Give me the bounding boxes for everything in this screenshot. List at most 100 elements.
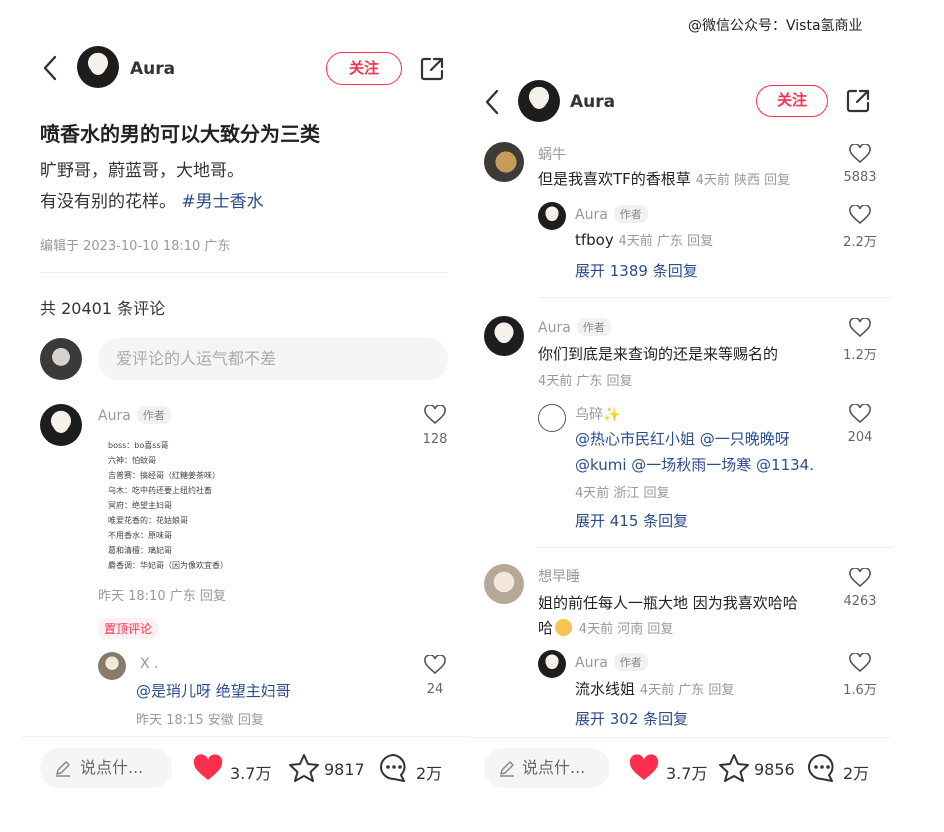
like-count: 1.2万 bbox=[843, 348, 877, 363]
left-post-screen: Aura 关注 喷香水的男的可以大致分为三类 旷野哥，蔚蓝哥，大地哥。 有没有别… bbox=[22, 28, 470, 828]
like-count: 1.6万 bbox=[843, 683, 877, 698]
commenter-name[interactable]: Aura 作者 bbox=[98, 406, 171, 424]
reply-text[interactable]: tfboy 4天前 广东 回复 bbox=[575, 230, 713, 249]
comment-text-line2[interactable]: 哈 4天前 河南 回复 bbox=[538, 617, 673, 638]
post-body-line1: 旷野哥，蔚蓝哥，大地哥。 bbox=[40, 161, 244, 181]
image-text: boss：bo喜ss哥 bbox=[108, 441, 169, 450]
reply-text-line1[interactable]: @热心市民红小姐 @一只晚晚呀 bbox=[575, 428, 790, 449]
expand-replies-link[interactable]: 展开 415 条回复 bbox=[575, 510, 688, 531]
hashtag-link[interactable]: #男士香水 bbox=[181, 192, 263, 212]
comment-meta[interactable]: 4天前 广东 回复 bbox=[538, 370, 633, 389]
reply-text[interactable]: 流水线姐 4天前 广东 回复 bbox=[575, 678, 734, 699]
star-icon[interactable] bbox=[718, 753, 750, 783]
reply-name[interactable]: X . bbox=[140, 656, 159, 672]
heart-icon[interactable] bbox=[424, 405, 446, 425]
star-icon[interactable] bbox=[288, 753, 320, 783]
post-star-count: 9817 bbox=[324, 760, 365, 779]
like-count: 204 bbox=[847, 430, 873, 445]
divider bbox=[538, 297, 892, 298]
comment-input[interactable]: 爱评论的人运气都不差 bbox=[98, 338, 448, 380]
comment-meta[interactable]: 昨天 18:10 广东 回复 bbox=[98, 585, 226, 604]
reply-name[interactable]: Aura 作者 bbox=[575, 653, 648, 671]
share-icon[interactable] bbox=[844, 87, 872, 115]
comment-meta[interactable]: 4天前 河南 回复 bbox=[579, 622, 674, 637]
commenter-avatar[interactable] bbox=[40, 404, 82, 446]
comment-bubble-icon[interactable] bbox=[806, 753, 838, 783]
author-avatar[interactable] bbox=[518, 80, 560, 122]
divider bbox=[538, 547, 892, 548]
like-count: 5883 bbox=[843, 170, 877, 185]
reply-avatar[interactable] bbox=[538, 404, 566, 432]
like-count: 24 bbox=[426, 682, 444, 697]
reply-meta[interactable]: 昨天 18:15 安徽 回复 bbox=[136, 709, 264, 728]
author-badge: 作者 bbox=[576, 318, 611, 336]
reply-name[interactable]: 乌碎✨ bbox=[575, 404, 620, 424]
comment-text[interactable]: 但是我喜欢TF的香根草 4天前 陕西 回复 bbox=[538, 168, 790, 189]
author-avatar[interactable] bbox=[77, 46, 119, 88]
commenter-avatar[interactable] bbox=[484, 564, 524, 604]
pinned-badge: 置顶评论 bbox=[98, 618, 159, 639]
heart-icon[interactable] bbox=[849, 404, 871, 424]
back-icon[interactable] bbox=[40, 54, 60, 82]
like-filled-icon[interactable] bbox=[628, 754, 660, 782]
pencil-icon bbox=[498, 759, 516, 777]
reply-text-line2[interactable]: @kumi @一场秋雨一场寒 @1134. bbox=[575, 454, 814, 475]
post-like-count: 3.7万 bbox=[666, 764, 708, 783]
like-count: 4263 bbox=[843, 594, 877, 609]
right-comments-screen: Aura 关注 蜗牛 但是我喜欢TF的香根草 4天前 陕西 回复 5883 Au… bbox=[468, 58, 892, 828]
author-name[interactable]: Aura bbox=[130, 59, 175, 79]
reply-name[interactable]: Aura 作者 bbox=[575, 205, 648, 223]
reply-text[interactable]: @是琑儿呀 绝望主妇哥 bbox=[136, 680, 291, 701]
heart-icon[interactable] bbox=[424, 655, 446, 675]
divider bbox=[40, 272, 448, 273]
reply-meta[interactable]: 4天前 广东 回复 bbox=[619, 234, 714, 249]
bottom-divider bbox=[468, 737, 892, 738]
follow-button[interactable]: 关注 bbox=[326, 52, 402, 85]
image-text: 唯爱花香的：花姑娘哥 bbox=[108, 516, 188, 525]
back-icon[interactable] bbox=[482, 88, 502, 116]
author-name[interactable]: Aura bbox=[570, 92, 615, 112]
like-filled-icon[interactable] bbox=[192, 754, 224, 782]
post-body-line2: 有没有别的花样。 #男士香水 bbox=[40, 192, 264, 212]
expand-replies-link[interactable]: 展开 302 条回复 bbox=[575, 708, 688, 729]
watermark: @微信公众号：Vista氢商业 bbox=[688, 18, 863, 34]
post-comment-count: 2万 bbox=[416, 764, 443, 783]
commenter-name[interactable]: Aura 作者 bbox=[538, 318, 611, 336]
heart-icon[interactable] bbox=[849, 568, 871, 588]
commenter-avatar[interactable] bbox=[484, 316, 524, 356]
reply-avatar[interactable] bbox=[98, 652, 126, 680]
image-text: 乌木：吃中药还要上纽约社畜 bbox=[108, 486, 212, 495]
comment-text[interactable]: 你们到底是来查询的还是来等赐名的 bbox=[538, 343, 778, 364]
image-text: 不用香水：原味哥 bbox=[108, 531, 172, 540]
image-text: 葛和清檀：璃妃哥 bbox=[108, 546, 172, 555]
comment-count: 共 20401 条评论 bbox=[40, 299, 166, 318]
commenter-name[interactable]: 蜗牛 bbox=[538, 144, 566, 164]
reply-meta[interactable]: 4天前 浙江 回复 bbox=[575, 482, 670, 501]
reply-meta[interactable]: 4天前 广东 回复 bbox=[640, 683, 735, 698]
heart-icon[interactable] bbox=[849, 205, 871, 225]
post-comment-count: 2万 bbox=[843, 764, 870, 783]
commenter-name[interactable]: 想早睡 bbox=[538, 566, 580, 586]
author-badge: 作者 bbox=[136, 406, 171, 424]
commenter-avatar[interactable] bbox=[484, 142, 524, 182]
reply-avatar[interactable] bbox=[538, 650, 566, 678]
comment-image[interactable]: boss：bo喜ss哥 六神：怕蚊哥 吉普赛：搞经哥（红糖姜茶味） 乌木：吃中药… bbox=[108, 438, 288, 576]
author-badge: 作者 bbox=[613, 653, 648, 671]
share-icon[interactable] bbox=[418, 55, 446, 83]
bottom-divider bbox=[22, 736, 470, 737]
expand-replies-link[interactable]: 展开 1389 条回复 bbox=[575, 260, 698, 281]
follow-button[interactable]: 关注 bbox=[756, 85, 828, 117]
comment-bubble-icon[interactable] bbox=[378, 753, 410, 783]
heart-icon[interactable] bbox=[849, 653, 871, 673]
image-text: 吉普赛：搞经哥（红糖姜茶味） bbox=[108, 471, 220, 480]
heart-icon[interactable] bbox=[849, 318, 871, 338]
pencil-icon bbox=[54, 759, 72, 777]
image-text: 冥府：绝望主妇哥 bbox=[108, 501, 172, 510]
image-text: 麝香调：华妃哥（因为像欢宜香） bbox=[108, 561, 228, 570]
comment-meta[interactable]: 4天前 陕西 回复 bbox=[696, 173, 791, 188]
like-count: 128 bbox=[422, 432, 448, 447]
reply-avatar[interactable] bbox=[538, 202, 566, 230]
heart-icon[interactable] bbox=[849, 144, 871, 164]
comment-text-line1[interactable]: 姐的前任每人一瓶大地 因为我喜欢哈哈 bbox=[538, 592, 798, 613]
post-like-count: 3.7万 bbox=[230, 764, 272, 783]
